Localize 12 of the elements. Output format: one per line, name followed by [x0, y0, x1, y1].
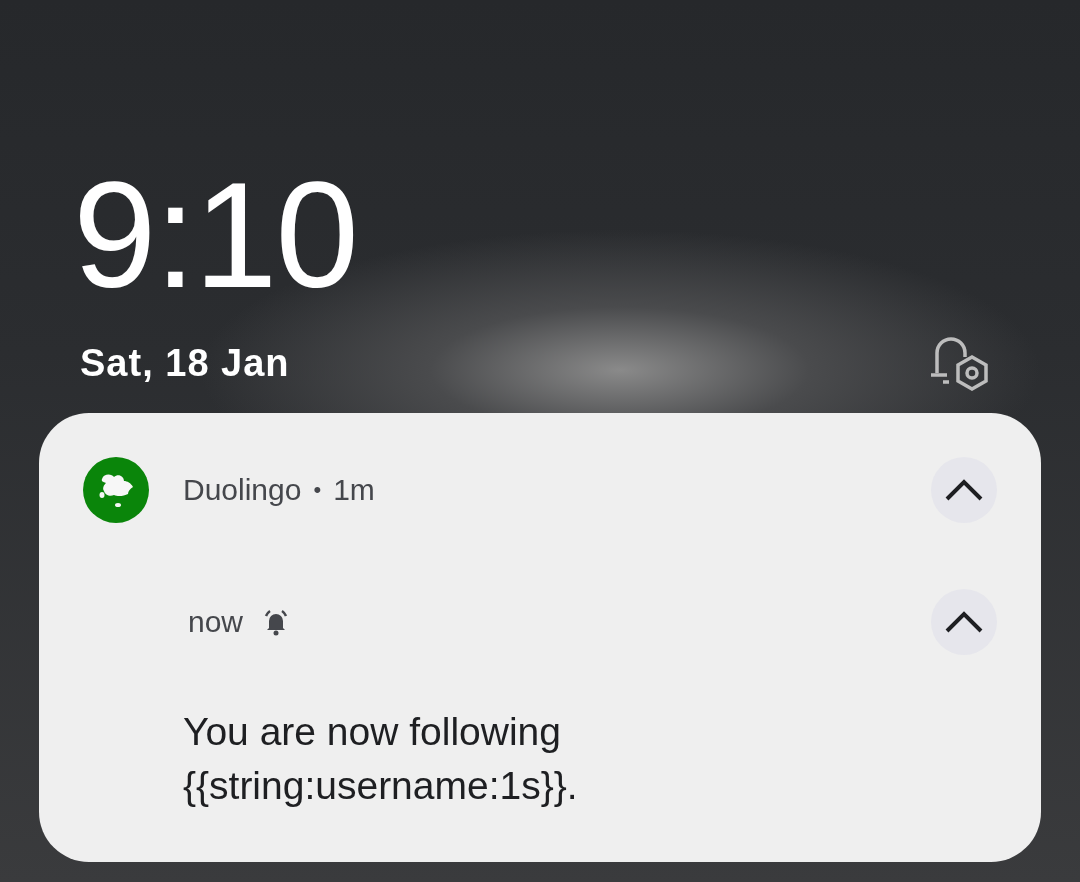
separator-dot: • [313, 476, 322, 503]
chevron-up-icon [945, 478, 983, 501]
date-text: Sat, 18 Jan [80, 341, 290, 385]
bell-settings-icon[interactable] [929, 335, 991, 392]
app-icon [83, 456, 149, 523]
notification-age: 1m [333, 472, 375, 507]
message-time: now [188, 604, 244, 639]
clock-time: 9:10 [72, 160, 357, 310]
chevron-up-icon [945, 610, 983, 633]
message-text: You are now following {{string:username:1s}}. [182, 708, 579, 809]
notification-card[interactable]: Duolingo • 1m now You are now following {{string:username:1s}}. [39, 412, 1041, 862]
app-name: Duolingo [183, 472, 302, 507]
